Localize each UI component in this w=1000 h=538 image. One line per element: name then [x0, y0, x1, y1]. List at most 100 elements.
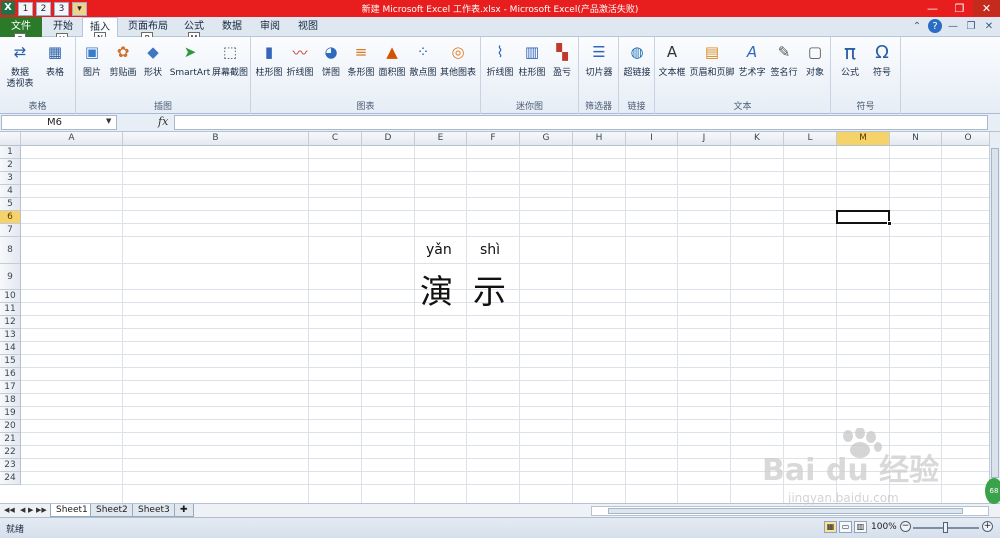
smartart-button[interactable]: ➤ SmartArt [170, 41, 211, 79]
row-header-14[interactable]: 14 [0, 342, 21, 355]
normal-view-button[interactable]: ▦ [824, 521, 837, 533]
zoom-slider-thumb[interactable] [943, 522, 948, 533]
column-header-l[interactable]: L [784, 132, 837, 146]
formula-input[interactable] [174, 115, 988, 130]
page-break-view-button[interactable]: ▥ [854, 521, 867, 533]
column-header-g[interactable]: G [520, 132, 573, 146]
column-header-j[interactable]: J [678, 132, 731, 146]
hyperlink-button[interactable]: ◍ 超链接 [621, 41, 653, 79]
vertical-scrollbar[interactable] [989, 132, 1000, 503]
column-header-n[interactable]: N [890, 132, 942, 146]
scatter-chart-button[interactable]: ⁘ 散点图 [409, 41, 437, 79]
row-header-23[interactable]: 23 [0, 459, 21, 472]
row-header-3[interactable]: 3 [0, 172, 21, 185]
next-sheet-arrow-icon[interactable]: ▶ [28, 506, 33, 514]
insert-function-icon[interactable]: fx [158, 115, 168, 128]
row-header-8[interactable]: 8 [0, 237, 21, 264]
row-header-9[interactable]: 9 [0, 264, 21, 290]
column-header-o[interactable]: O [942, 132, 989, 146]
zoom-level[interactable]: 100% [871, 522, 897, 532]
column-header-f[interactable]: F [467, 132, 520, 146]
sparkline-winloss-button[interactable]: ▚ 盈亏 [549, 41, 575, 79]
area-chart-button[interactable]: ▲ 面积图 [378, 41, 406, 79]
row-header-13[interactable]: 13 [0, 329, 21, 342]
column-header-k[interactable]: K [731, 132, 784, 146]
row-header-5[interactable]: 5 [0, 198, 21, 211]
column-header-c[interactable]: C [309, 132, 362, 146]
row-header-11[interactable]: 11 [0, 303, 21, 316]
help-icon[interactable]: ? [928, 19, 942, 33]
row-header-2[interactable]: 2 [0, 159, 21, 172]
textbox-button[interactable]: A 文本框 [657, 41, 687, 79]
bar-chart-button[interactable]: ≡ 条形图 [347, 41, 375, 79]
row-header-12[interactable]: 12 [0, 316, 21, 329]
screenshot-button[interactable]: ⬚ 屏幕截图 [211, 41, 249, 79]
horizontal-scroll-thumb[interactable] [608, 508, 963, 514]
workbook-close-icon[interactable]: ✕ [982, 19, 996, 33]
cell-F9-hanzi[interactable]: 示 [473, 265, 506, 313]
row-header-17[interactable]: 17 [0, 381, 21, 394]
header-footer-button[interactable]: ▤ 页眉和页脚 [689, 41, 735, 79]
column-header-d[interactable]: D [362, 132, 415, 146]
object-button[interactable]: ▢ 对象 [801, 41, 829, 79]
column-header-e[interactable]: E [415, 132, 467, 146]
selected-cell-M6[interactable] [836, 210, 890, 224]
cell-F8-pinyin[interactable]: shì [480, 242, 500, 258]
prev-sheet-arrow-icon[interactable]: ◀ [20, 506, 25, 514]
sheet-tab-1[interactable]: Sheet1 [50, 504, 94, 517]
last-sheet-arrow-icon[interactable]: ▶▶ [36, 506, 47, 514]
name-box-dropdown-icon[interactable]: ▼ [106, 117, 111, 125]
name-box[interactable]: M6 [1, 115, 117, 130]
row-header-21[interactable]: 21 [0, 433, 21, 446]
column-header-b[interactable]: B [123, 132, 309, 146]
first-sheet-arrow-icon[interactable]: ◀◀ [4, 506, 15, 514]
row-header-19[interactable]: 19 [0, 407, 21, 420]
symbol-button[interactable]: Ω 符号 [867, 41, 897, 79]
column-header-i[interactable]: I [626, 132, 678, 146]
row-header-18[interactable]: 18 [0, 394, 21, 407]
column-header-h[interactable]: H [573, 132, 626, 146]
zoom-in-button[interactable]: + [982, 521, 993, 532]
table-button[interactable]: ▦ 表格 [42, 41, 68, 79]
insert-sheet-button[interactable]: ✚ [174, 504, 194, 517]
cell-E9-hanzi[interactable]: 演 [420, 265, 453, 313]
fill-handle[interactable] [887, 221, 892, 226]
row-header-20[interactable]: 20 [0, 420, 21, 433]
column-chart-button[interactable]: ▮ 柱形图 [255, 41, 283, 79]
equation-button[interactable]: π 公式 [835, 40, 865, 79]
row-header-24[interactable]: 24 [0, 472, 21, 485]
restore-button[interactable]: ❐ [946, 0, 973, 16]
row-header-6[interactable]: 6 [0, 211, 21, 224]
tab-review[interactable]: 审阅 [254, 17, 286, 37]
line-chart-button[interactable]: 〰 折线图 [286, 41, 314, 79]
wordart-button[interactable]: A 艺术字 [737, 41, 767, 79]
row-header-1[interactable]: 1 [0, 146, 21, 159]
page-layout-view-button[interactable]: ▭ [839, 521, 852, 533]
picture-button[interactable]: ▣ 图片 [80, 41, 104, 79]
workbook-minimize-icon[interactable]: — [946, 19, 960, 33]
sheet-tab-2[interactable]: Sheet2 [90, 504, 134, 517]
pivot-table-button[interactable]: ⇄ 数据 透视表 [4, 41, 36, 90]
row-header-15[interactable]: 15 [0, 355, 21, 368]
shapes-button[interactable]: ◆ 形状 [140, 41, 166, 79]
column-header-a[interactable]: A [21, 132, 123, 146]
row-header-10[interactable]: 10 [0, 290, 21, 303]
signature-line-button[interactable]: ✎ 签名行 [769, 41, 799, 79]
row-header-16[interactable]: 16 [0, 368, 21, 381]
row-header-4[interactable]: 4 [0, 185, 21, 198]
sparkline-line-button[interactable]: ⌇ 折线图 [485, 41, 515, 79]
tab-data[interactable]: 数据 [216, 17, 248, 37]
minimize-ribbon-icon[interactable]: ⌃ [910, 19, 924, 33]
column-header-m[interactable]: M [837, 132, 890, 146]
workbook-restore-icon[interactable]: ❐ [964, 19, 978, 33]
select-all-corner[interactable] [0, 132, 21, 146]
sparkline-column-button[interactable]: ▥ 柱形图 [517, 41, 547, 79]
other-charts-button[interactable]: ◎ 其他图表 [440, 41, 476, 79]
badge-icon[interactable]: 68 [985, 478, 1000, 504]
cell-E8-pinyin[interactable]: yǎn [426, 242, 452, 258]
row-header-22[interactable]: 22 [0, 446, 21, 459]
tab-view[interactable]: 视图 [292, 17, 324, 37]
slicer-button[interactable]: ☰ 切片器 [583, 41, 615, 79]
close-button[interactable]: ✕ [973, 0, 1000, 16]
sheet-tab-3[interactable]: Sheet3 [132, 504, 176, 517]
